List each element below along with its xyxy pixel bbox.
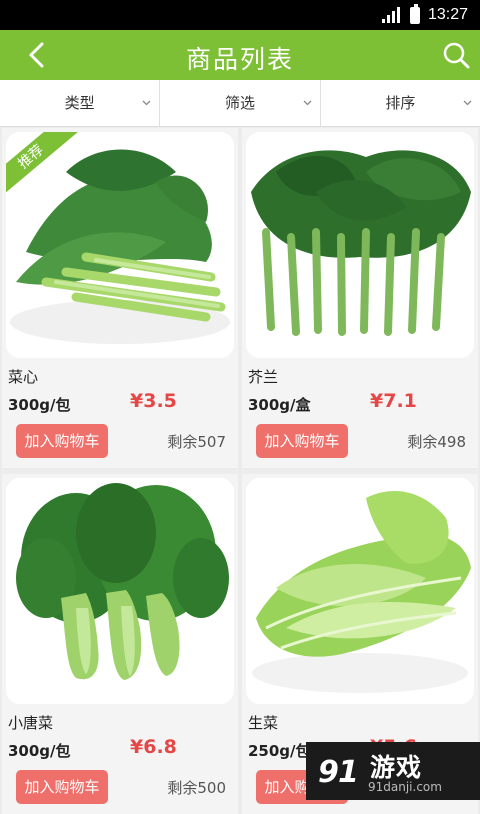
- product-stock: 剩余498: [407, 431, 466, 452]
- filter-bar: 类型 筛选 排序: [0, 80, 480, 127]
- product-unit: 250g/包: [248, 740, 311, 761]
- product-image-kai-lan[interactable]: [246, 132, 474, 358]
- product-card[interactable]: 芥兰 300g/盒 ¥7.1 加入购物车 剩余498: [242, 128, 478, 468]
- page-title: 商品列表: [0, 40, 480, 76]
- product-unit: 300g/包: [8, 740, 71, 761]
- signal-icon: [382, 7, 402, 23]
- status-icons: 13:27: [382, 6, 468, 24]
- product-stock: 剩余500: [167, 777, 226, 798]
- product-price: ¥7.1: [370, 390, 417, 412]
- filter-screen-label: 筛选: [225, 94, 255, 112]
- watermark-logo-text: 游戏: [370, 748, 422, 784]
- product-name: 生菜: [248, 712, 278, 733]
- header: 商品列表: [0, 30, 480, 80]
- status-bar: 13:27: [0, 0, 480, 30]
- site-watermark: 9 1 游戏 91danji.com: [306, 742, 480, 800]
- chevron-down-icon: [463, 98, 472, 107]
- filter-screen[interactable]: 筛选: [159, 80, 319, 126]
- site-logo-icon: 9 1: [316, 750, 360, 792]
- filter-sort-label: 排序: [385, 94, 415, 112]
- add-to-cart-button[interactable]: 加入购物车: [16, 424, 108, 458]
- add-to-cart-button[interactable]: 加入购物车: [256, 424, 348, 458]
- watermark-site: 91danji.com: [368, 780, 442, 794]
- product-name: 菜心: [8, 366, 38, 387]
- filter-type-label: 类型: [65, 94, 95, 112]
- svg-text:9: 9: [318, 755, 339, 790]
- chevron-down-icon: [303, 98, 312, 107]
- product-stock: 剩余507: [167, 431, 226, 452]
- filter-type[interactable]: 类型: [0, 80, 159, 126]
- product-name: 芥兰: [248, 366, 278, 387]
- add-to-cart-button[interactable]: 加入购物车: [16, 770, 108, 804]
- product-price: ¥3.5: [130, 390, 177, 412]
- product-unit: 300g/包: [8, 394, 71, 415]
- filter-sort[interactable]: 排序: [320, 80, 480, 126]
- product-name: 小唐菜: [8, 712, 53, 733]
- chevron-down-icon: [142, 98, 151, 107]
- product-unit: 300g/盒: [248, 394, 311, 415]
- product-image-lettuce[interactable]: [246, 478, 474, 704]
- search-icon[interactable]: [442, 41, 470, 69]
- product-card[interactable]: 推荐 菜心 300g/包 ¥3.5 加入购物车 剩余507: [2, 128, 238, 468]
- battery-icon: [410, 7, 420, 24]
- product-price: ¥6.8: [130, 736, 177, 758]
- product-card[interactable]: 小唐菜 300g/包 ¥6.8 加入购物车 剩余500: [2, 474, 238, 814]
- svg-text:1: 1: [338, 755, 359, 790]
- product-image-bok-choy[interactable]: [6, 478, 234, 704]
- clock: 13:27: [428, 6, 468, 24]
- product-image-choy-sum[interactable]: 推荐: [6, 132, 234, 358]
